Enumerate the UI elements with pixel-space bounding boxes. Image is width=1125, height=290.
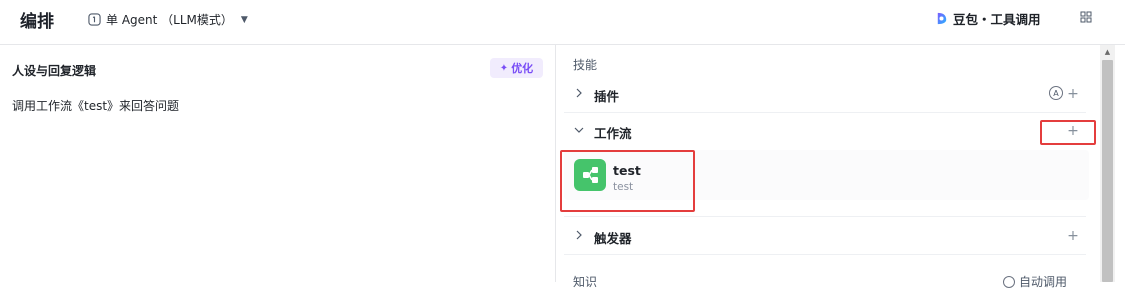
agent-mode-icon (88, 13, 101, 26)
model-selector[interactable]: 豆包・工具调用 (935, 9, 1041, 28)
add-workflow-icon[interactable]: + (1066, 124, 1080, 138)
page-title: 编排 (20, 12, 54, 32)
workflow-nodes-icon (583, 167, 598, 183)
chevron-down-icon: ▼ (240, 14, 248, 25)
doubao-logo-icon (937, 12, 947, 25)
sparkle-icon: ✦ (499, 62, 509, 74)
optimize-button[interactable]: ✦ 优化 (490, 58, 543, 78)
divider (564, 254, 1086, 255)
workflow-name: test (613, 163, 641, 178)
vertical-scrollbar[interactable]: ▲ (1100, 45, 1115, 282)
trigger-row[interactable]: 触发器 + (564, 218, 1086, 254)
skills-panel: 技能 插件 A + 工作流 + test test 触发器 + 知识 自动调用 (556, 45, 1100, 289)
model-name: 豆包・工具调用 (953, 12, 1041, 27)
workflow-description: test (613, 181, 634, 193)
prompt-editor[interactable]: 调用工作流《test》来回答问题 (12, 97, 179, 114)
agent-mode-label: 单 Agent （LLM模式） (106, 13, 233, 27)
workflow-card[interactable]: test test (564, 150, 1089, 200)
trigger-label: 触发器 (594, 231, 632, 246)
chevron-right-icon (576, 230, 582, 240)
workflow-icon (574, 159, 606, 191)
scroll-thumb[interactable] (1102, 60, 1113, 282)
persona-heading: 人设与回复逻辑 (12, 64, 97, 78)
scroll-up-arrow-icon[interactable]: ▲ (1103, 48, 1112, 57)
optimize-label: 优化 (511, 62, 534, 75)
chevron-right-icon (576, 88, 582, 98)
top-bar: 编排 单 Agent （LLM模式） ▼ 豆包・工具调用 (0, 0, 1125, 45)
add-plugin-icon[interactable]: + (1066, 87, 1080, 101)
agent-mode-dropdown[interactable]: 单 Agent （LLM模式） ▼ (88, 11, 248, 28)
workflow-row[interactable]: 工作流 + (564, 113, 1086, 149)
plugins-label: 插件 (594, 89, 620, 104)
workflow-label: 工作流 (594, 126, 632, 141)
plugins-row[interactable]: 插件 A + (564, 76, 1086, 112)
persona-panel: 人设与回复逻辑 ✦ 优化 调用工作流《test》来回答问题 (0, 45, 556, 282)
skills-section-label: 技能 (573, 58, 598, 72)
add-trigger-icon[interactable]: + (1066, 229, 1080, 243)
workflow-card-background (564, 150, 1089, 200)
auto-call-icon[interactable]: A (1049, 86, 1063, 100)
chevron-down-icon (574, 127, 584, 133)
layout-grid-icon[interactable] (1080, 11, 1092, 23)
divider (564, 216, 1086, 217)
